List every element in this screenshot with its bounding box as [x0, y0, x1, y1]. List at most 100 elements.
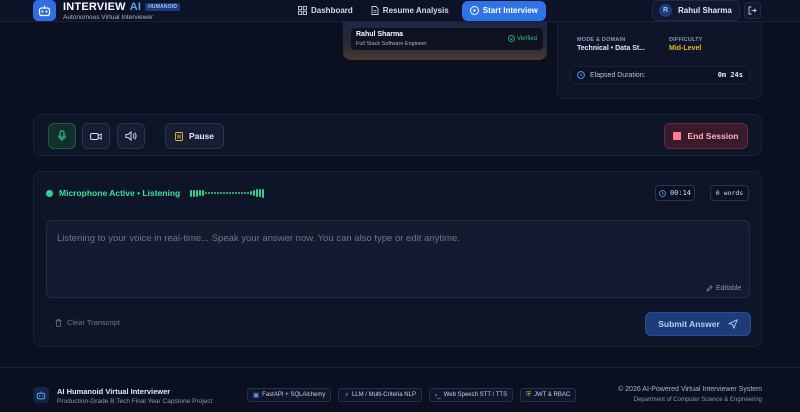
wave-bar [232, 192, 234, 194]
wave-bar [205, 192, 207, 194]
audio-waveform [190, 188, 264, 198]
brand[interactable]: INTERVIEW AI HUMANOID Autonomous Virtual… [63, 1, 181, 21]
listening-status: Microphone Active • Listening [46, 188, 264, 198]
clock-icon [577, 71, 585, 79]
pause-icon [175, 131, 183, 141]
wave-bar [238, 192, 240, 194]
end-session-button[interactable]: End Session [664, 123, 748, 149]
speaker-button[interactable] [117, 123, 145, 149]
tech-chip-label: LLM / Multi-Criteria NLP [351, 392, 416, 398]
robot-icon [33, 387, 49, 403]
nav-start-interview-label: Start Interview [482, 6, 538, 15]
camera-button[interactable] [82, 123, 110, 149]
wave-bar [202, 190, 204, 196]
tech-chip-jwt: ⛨ JWT & RBAC [520, 388, 577, 402]
wave-bar [259, 189, 261, 197]
department: Department of Computer Science & Enginee… [633, 397, 762, 403]
candidate-role: Full Stack Software Engineer [356, 41, 427, 47]
brand-subtitle: Autonomous Virtual Interviewer [63, 14, 154, 21]
pause-button[interactable]: Pause [165, 123, 224, 149]
wave-bar [247, 192, 249, 194]
shield-icon: ⛨ [526, 391, 531, 398]
wave-bar [196, 189, 198, 197]
nav-dashboard[interactable]: Dashboard [293, 1, 358, 21]
wave-bar [235, 192, 237, 194]
wave-bar [223, 192, 225, 194]
brand-ai: AI [129, 1, 142, 13]
clock-icon [659, 189, 666, 197]
trash-icon [55, 318, 62, 327]
send-icon [728, 319, 738, 329]
submit-answer-label: Submit Answer [658, 319, 720, 329]
status-text: Microphone Active • Listening [59, 188, 181, 198]
footer-title: AI Humanoid Virtual Interviewer [57, 387, 171, 396]
microphone-button[interactable] [48, 123, 76, 149]
brand-badge: HUMANOID [145, 3, 181, 11]
answer-timer: 00:14 [655, 185, 695, 201]
grid-icon [298, 6, 307, 15]
tech-chip-fastapi: ▣ FastAPI + SQLAlchemy [247, 388, 332, 402]
nav-dashboard-label: Dashboard [311, 6, 353, 15]
nav-start-interview[interactable]: Start Interview [461, 0, 546, 21]
mode-value: Technical • Data St... [577, 45, 646, 52]
footer-subtitle: Production-Grade B.Tech Final Year Capst… [57, 398, 213, 405]
lightning-icon: ⚡ [344, 392, 349, 399]
wave-bar [253, 190, 255, 196]
user-name: Rahul Sharma [678, 6, 732, 15]
candidate-video: Rahul Sharma Full Stack Software Enginee… [343, 22, 547, 60]
document-icon [371, 6, 379, 15]
main-nav: Dashboard Resume Analysis Start Intervie… [293, 0, 546, 21]
nav-resume-analysis[interactable]: Resume Analysis [366, 1, 454, 21]
clear-transcript-button[interactable]: Clear Transcript [55, 318, 120, 327]
robot-icon[interactable] [33, 0, 56, 21]
tech-chip-label: JWT & RBAC [533, 392, 571, 398]
candidate-name: Rahul Sharma [356, 31, 404, 38]
wave-bar [241, 192, 243, 194]
copyright: © 2026 AI-Powered Virtual Interviewer Sy… [618, 386, 762, 393]
speaker-icon [125, 131, 137, 141]
session-info-card: MODE & DOMAIN Technical • Data St... DIF… [557, 22, 762, 99]
word-count: 0 words [710, 185, 749, 201]
logout-icon [748, 6, 757, 15]
nav-resume-analysis-label: Resume Analysis [382, 6, 449, 15]
elapsed-label: Elapsed Duration: [590, 71, 646, 79]
tech-chip-label: FastAPI + SQLAlchemy [262, 392, 326, 398]
wave-bar [262, 188, 264, 198]
wave-bar [211, 192, 213, 194]
submit-answer-button[interactable]: Submit Answer [645, 312, 751, 336]
transcript-panel: Microphone Active • Listening 00:14 0 wo… [33, 171, 762, 347]
wave-bar [256, 189, 258, 197]
play-icon [469, 6, 479, 15]
wave-bar [214, 192, 216, 194]
wave-bar [217, 192, 219, 194]
elapsed-value: 0m 24s [717, 71, 743, 79]
wave-bar [220, 192, 222, 194]
user-menu[interactable]: R Rahul Sharma [652, 0, 740, 21]
difficulty-label: DIFFICULTY [669, 37, 703, 43]
brand-title: INTERVIEW AI HUMANOID [63, 1, 181, 13]
clear-transcript-label: Clear Transcript [67, 318, 120, 327]
wave-bar [244, 192, 246, 194]
top-navbar: INTERVIEW AI HUMANOID Autonomous Virtual… [0, 0, 800, 22]
wave-bar [208, 192, 210, 194]
mode-label: MODE & DOMAIN [577, 37, 626, 43]
end-session-label: End Session [687, 131, 739, 141]
tech-chip-speech: ›_ Web Speech STT / TTS [428, 388, 514, 402]
wave-bar [199, 190, 201, 196]
session-controls: Pause End Session [33, 114, 762, 156]
elapsed-duration: Elapsed Duration: 0m 24s [570, 66, 750, 84]
verified-badge: Verified [508, 35, 537, 42]
wave-bar [226, 192, 228, 194]
tech-stack-list: ▣ FastAPI + SQLAlchemy ⚡ LLM / Multi-Cri… [247, 388, 577, 402]
editable-label: Editable [716, 285, 742, 292]
wave-bar [250, 191, 252, 195]
logout-button[interactable] [744, 2, 761, 19]
transcript-input[interactable] [46, 220, 750, 298]
verified-label: Verified [516, 35, 537, 42]
brand-name: INTERVIEW [63, 1, 126, 13]
wave-bar [193, 189, 195, 197]
pause-label: Pause [188, 131, 215, 141]
status-dot [46, 189, 53, 197]
avatar: R [659, 4, 672, 17]
candidate-overlay: Rahul Sharma Full Stack Software Enginee… [351, 28, 543, 50]
